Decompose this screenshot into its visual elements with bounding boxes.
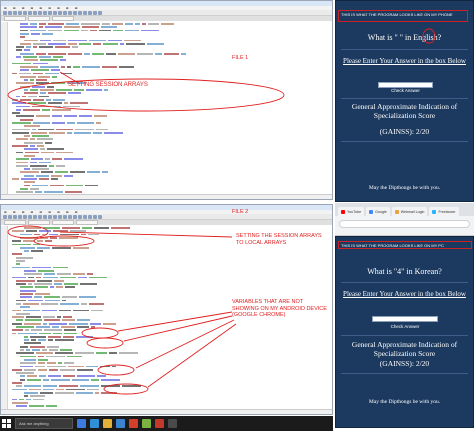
edge-browser-icon[interactable] xyxy=(90,419,99,428)
score-value: (GAINSS): 2/20 xyxy=(379,127,430,136)
question-text: What is " " in English? xyxy=(367,33,442,42)
score-title: General Approximate Indication of Specia… xyxy=(351,340,458,358)
instructions-text: Please Enter Your Answer in the box Belo… xyxy=(343,57,466,65)
code-line xyxy=(10,405,330,408)
editor-file-tabs[interactable] xyxy=(1,220,332,225)
task-view-icon[interactable] xyxy=(77,419,86,428)
taskbar-app-icon[interactable] xyxy=(168,419,177,428)
line-number-gutter xyxy=(1,226,8,409)
annotation-circle-missing-char xyxy=(422,28,436,44)
notepad-plus-plus-icon[interactable] xyxy=(142,419,151,428)
pc-banner: THIS IS WHAT THE PROGRAM LOOKS LIKE ON M… xyxy=(338,241,472,249)
file-explorer-icon[interactable] xyxy=(103,419,112,428)
store-icon[interactable] xyxy=(116,419,125,428)
annotation-setting-session-arrays: SETTING SESSION ARRAYS xyxy=(68,82,148,88)
code-editor-window-1: ▬ ▬ ▬ ▬ ▬ ▬ ▬ ▬ ▬ xyxy=(0,0,333,200)
address-bar[interactable] xyxy=(339,220,470,228)
pc-view: THIS IS WHAT THE PROGRAM LOOKS LIKE ON M… xyxy=(335,236,474,428)
line-number-gutter xyxy=(1,22,8,194)
answer-input[interactable] xyxy=(372,316,438,322)
android-phone-view: THIS IS WHAT THE PROGRAM LOOKS LIKE ON M… xyxy=(335,0,474,202)
annotation-file-1: FILE 1 xyxy=(232,55,249,61)
editor-file-tabs[interactable] xyxy=(1,16,332,21)
bookmark-webmail[interactable]: Webmail Login xyxy=(391,207,428,216)
bookmark-google[interactable]: Google xyxy=(366,207,390,216)
divider xyxy=(341,282,468,283)
taskbar-search-input[interactable]: Ask me anything xyxy=(15,418,73,429)
editor-status-bar xyxy=(1,409,332,414)
footer-text: May the Dipthongs be with you. xyxy=(368,185,441,191)
phone-banner: THIS IS WHAT THE PROGRAM LOOKS LIKE ON M… xyxy=(338,10,468,22)
bookmark-freelancer[interactable]: Freelancer xyxy=(429,207,459,216)
bookmarks-bar: YouTube Google Webmail Login Freelancer xyxy=(335,203,474,216)
taskbar-app-icon[interactable] xyxy=(155,419,164,428)
score-title: General Approximate Indication of Specia… xyxy=(351,102,458,120)
youtube-icon xyxy=(341,209,345,214)
divider xyxy=(341,335,468,336)
annotation-setting-local-arrays: SETTING THE SESSION ARRAYS TO LOCAL ARRA… xyxy=(236,233,322,246)
editor-status-bar xyxy=(1,194,332,199)
divider xyxy=(341,49,468,50)
browser-chrome: YouTube Google Webmail Login Freelancer xyxy=(335,203,474,236)
footer-text: May the Dipthongs be with you. xyxy=(368,399,441,405)
google-icon xyxy=(369,209,374,214)
freelancer-icon xyxy=(432,209,437,214)
webmail-icon xyxy=(394,209,399,214)
chrome-app-icon[interactable] xyxy=(129,419,138,428)
divider xyxy=(341,373,468,374)
score-value: (GAINSS): 2/20 xyxy=(379,359,430,368)
check-answer-button[interactable]: Check Answer xyxy=(388,88,423,93)
instructions-text: Please Enter Your Answer in the box Belo… xyxy=(343,290,466,298)
code-lines xyxy=(10,23,330,194)
windows-taskbar: Ask me anything xyxy=(0,416,333,431)
divider xyxy=(341,98,468,99)
code-area[interactable] xyxy=(1,22,332,194)
start-button-icon[interactable] xyxy=(2,419,11,428)
divider xyxy=(341,141,468,142)
annotation-file-2: FILE 2 xyxy=(232,209,249,215)
annotation-variables-not-showing: VARIABLES THAT ARE NOT SHOWING ON MY AND… xyxy=(232,299,327,318)
question-text: What is "4" in Korean? xyxy=(367,267,442,276)
check-answer-button[interactable]: Check Answer xyxy=(386,324,424,329)
bookmark-youtube[interactable]: YouTube xyxy=(338,207,365,216)
